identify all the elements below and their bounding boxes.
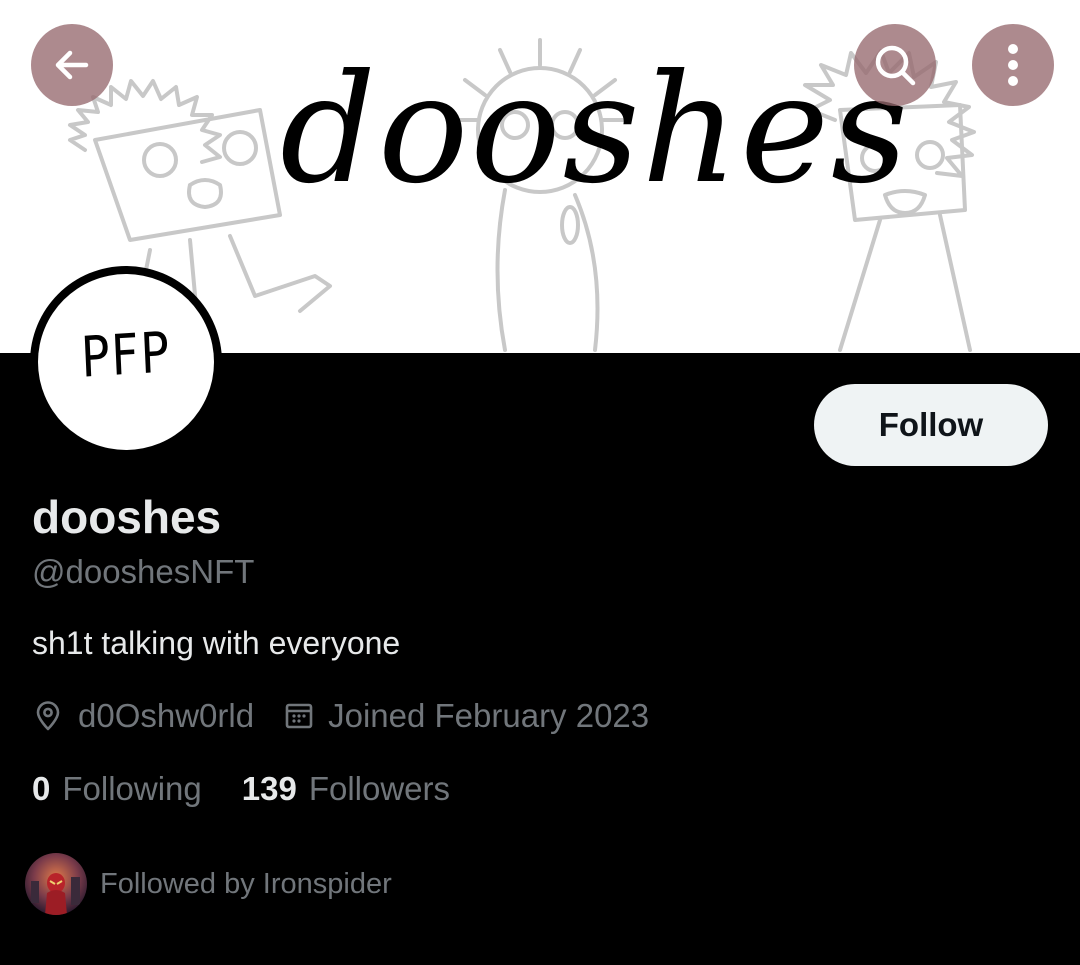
follow-stats: 0 Following 139 Followers xyxy=(32,770,450,808)
followers-count: 139 xyxy=(241,770,297,807)
profile-meta: d0Oshw0rld Joined February 2023 xyxy=(32,696,649,736)
profile-bio: sh1t talking with everyone xyxy=(32,625,401,661)
location-pin-icon xyxy=(36,701,60,731)
followers-stat[interactable]: 139 Followers xyxy=(242,770,450,808)
calendar-icon xyxy=(285,703,313,729)
avatar-text: PFP xyxy=(79,319,173,391)
followed-by-text: Followed by Ironspider xyxy=(100,867,392,900)
following-stat[interactable]: 0 Following xyxy=(32,770,202,808)
more-options-button[interactable] xyxy=(972,24,1054,106)
followed-by[interactable]: Followed by Ironspider xyxy=(25,853,392,915)
profile-avatar[interactable]: PFP xyxy=(30,266,222,458)
follow-button[interactable]: Follow xyxy=(814,384,1048,466)
location-text: d0Oshw0rld xyxy=(78,697,255,734)
followers-label: Followers xyxy=(308,770,451,807)
follower-avatar xyxy=(25,853,87,915)
location-item: d0Oshw0rld xyxy=(32,697,254,735)
back-button[interactable] xyxy=(31,24,113,106)
joined-item: Joined February 2023 xyxy=(284,697,649,735)
banner-title: dooshes xyxy=(280,43,910,217)
following-label: Following xyxy=(62,770,202,807)
search-button[interactable] xyxy=(854,24,936,106)
search-icon xyxy=(875,45,916,86)
display-name: dooshes xyxy=(32,491,222,543)
user-handle: @dooshesNFT xyxy=(32,553,255,590)
follower-avatar-image xyxy=(25,853,87,915)
following-count: 0 xyxy=(32,770,51,807)
joined-text: Joined February 2023 xyxy=(328,697,650,734)
more-vertical-icon xyxy=(1008,44,1018,86)
avatar-image: PFP xyxy=(38,274,214,450)
arrow-left-icon xyxy=(55,50,89,80)
